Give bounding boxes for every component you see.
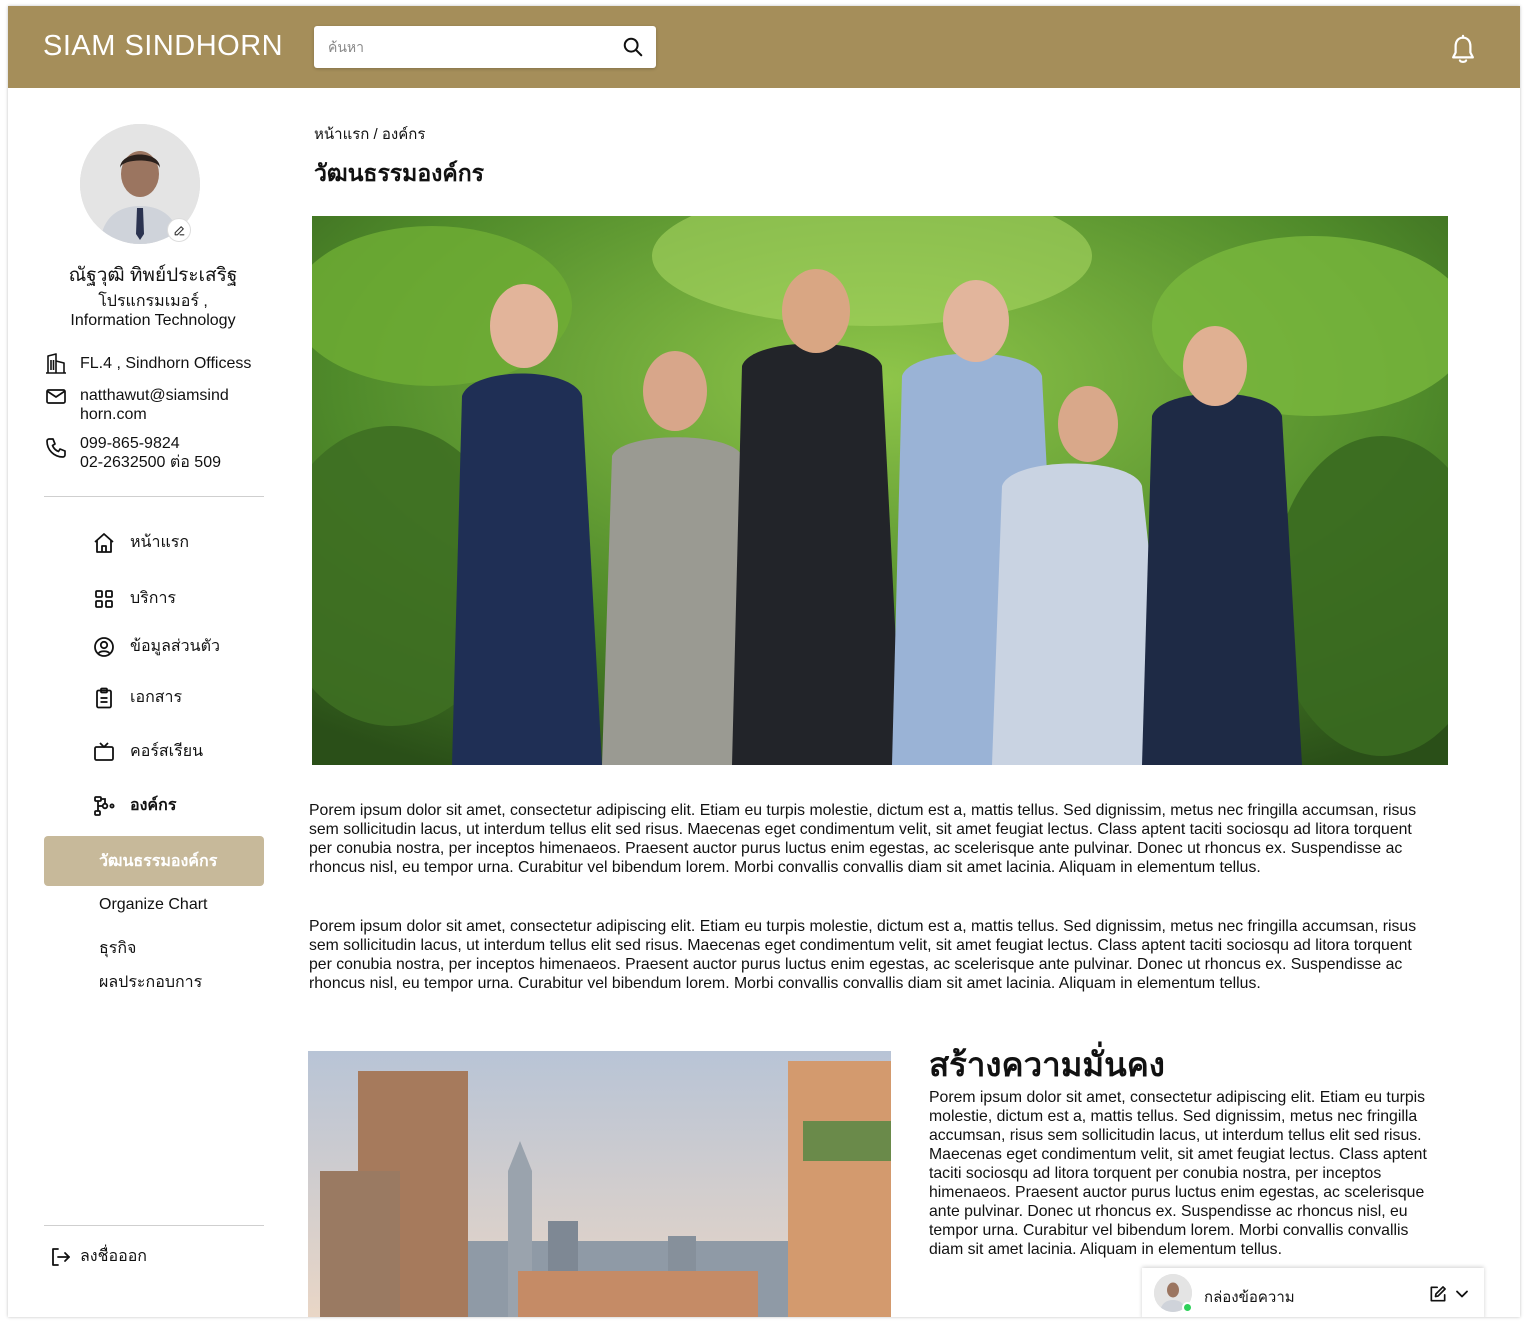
- culture-paragraph-2: Porem ipsum dolor sit amet, consectetur …: [309, 918, 1417, 992]
- breadcrumb-home[interactable]: หน้าแรก: [314, 126, 369, 143]
- grid-icon: [95, 589, 113, 608]
- nav-item-profile[interactable]: ข้อมูลส่วนตัว: [92, 634, 220, 659]
- nav-label: บริการ: [130, 590, 177, 607]
- phone-icon: [46, 438, 66, 458]
- chevron-down-icon[interactable]: [1452, 1284, 1472, 1304]
- nav-item-courses[interactable]: คอร์สเรียน: [92, 739, 203, 764]
- subnav-business[interactable]: ธุรกิจ: [99, 936, 136, 961]
- nav-label: คอร์สเรียน: [130, 743, 204, 760]
- subnav-organize-chart[interactable]: Organize Chart: [99, 896, 208, 914]
- breadcrumb: หน้าแรก / องค์กร: [314, 122, 425, 146]
- message-box-label: กล่องข้อความ: [1204, 1289, 1295, 1306]
- section-title: สร้างความมั่นคง: [929, 1046, 1165, 1083]
- clipboard-icon: [96, 687, 112, 708]
- nav-item-services[interactable]: บริการ: [92, 586, 176, 611]
- search-box[interactable]: [314, 26, 656, 68]
- city-skyline-photo: [308, 1051, 891, 1317]
- phone-info: 099-865-9824 02-2632500 ต่อ 509: [44, 434, 221, 472]
- nav-item-documents[interactable]: เอกสาร: [92, 685, 182, 710]
- executive-team-photo: [312, 216, 1448, 765]
- message-box-bar[interactable]: กล่องข้อความ: [1142, 1268, 1484, 1317]
- edit-avatar-icon[interactable]: [167, 218, 191, 242]
- subnav-performance[interactable]: ผลประกอบการ: [99, 970, 202, 995]
- nav-item-organization[interactable]: องค์กร: [92, 793, 176, 818]
- logout-label: ลงชื่อออก: [80, 1248, 147, 1265]
- search-icon[interactable]: [622, 36, 644, 58]
- section-paragraph: Porem ipsum dolor sit amet, consectetur …: [929, 1089, 1427, 1258]
- siam-sindhorn-logo[interactable]: SIAM SINDHORN: [43, 30, 283, 63]
- user-department: Information Technology: [70, 312, 236, 329]
- nav-label: องค์กร: [130, 797, 177, 814]
- logout-icon: [52, 1247, 70, 1266]
- home-icon: [94, 532, 114, 553]
- phone-office[interactable]: 02-2632500 ต่อ 509: [80, 453, 221, 472]
- user-role: โปรแกรมเมอร์ , Information Technology: [8, 292, 298, 330]
- subnav-culture[interactable]: วัฒนธรรมองค์กร: [44, 836, 264, 886]
- app-window: SIAM SINDHORN ค้นหา ณัฐวุฒิ ทิพย์ประเสริ…: [8, 6, 1520, 1317]
- breadcrumb-current[interactable]: องค์กร: [382, 126, 426, 143]
- page-title: วัฒนธรรมองค์กร: [314, 160, 485, 186]
- nav-label: ข้อมูลส่วนตัว: [130, 638, 220, 655]
- building-icon: [46, 353, 66, 374]
- compose-icon[interactable]: [1428, 1284, 1448, 1304]
- phone-mobile[interactable]: 099-865-9824: [80, 434, 221, 453]
- user-position: โปรแกรมเมอร์ ,: [98, 293, 208, 310]
- mail-icon: [46, 389, 66, 404]
- sidebar-divider-bottom: [44, 1225, 264, 1226]
- user-name: ณัฐวุฒิ ทิพย์ประเสริฐ: [68, 265, 238, 286]
- top-header: SIAM SINDHORN: [8, 6, 1520, 88]
- sidebar-divider: [44, 496, 264, 497]
- office-location: FL.4 , Sindhorn Officess: [80, 355, 252, 372]
- nav-label: หน้าแรก: [130, 534, 190, 551]
- logout-button[interactable]: ลงชื่อออก: [48, 1244, 147, 1269]
- email-info: natthawut@siamsind horn.com: [44, 386, 229, 424]
- search-input[interactable]: [328, 36, 608, 58]
- sidebar: ณัฐวุฒิ ทิพย์ประเสริฐ โปรแกรมเมอร์ , Inf…: [8, 88, 298, 1317]
- tv-icon: [94, 741, 114, 761]
- nav-label: เอกสาร: [130, 689, 183, 706]
- org-tree-icon: [94, 795, 115, 816]
- user-circle-icon: [94, 636, 114, 657]
- email-line2[interactable]: horn.com: [80, 405, 229, 424]
- nav-item-home[interactable]: หน้าแรก: [92, 530, 189, 555]
- email-line1[interactable]: natthawut@siamsind: [80, 386, 229, 405]
- office-info: FL.4 , Sindhorn Officess: [44, 353, 252, 376]
- online-status-dot: [1182, 1302, 1193, 1313]
- bell-icon[interactable]: [1448, 34, 1478, 66]
- culture-paragraph-1: Porem ipsum dolor sit amet, consectetur …: [309, 802, 1417, 876]
- breadcrumb-separator: /: [369, 126, 382, 143]
